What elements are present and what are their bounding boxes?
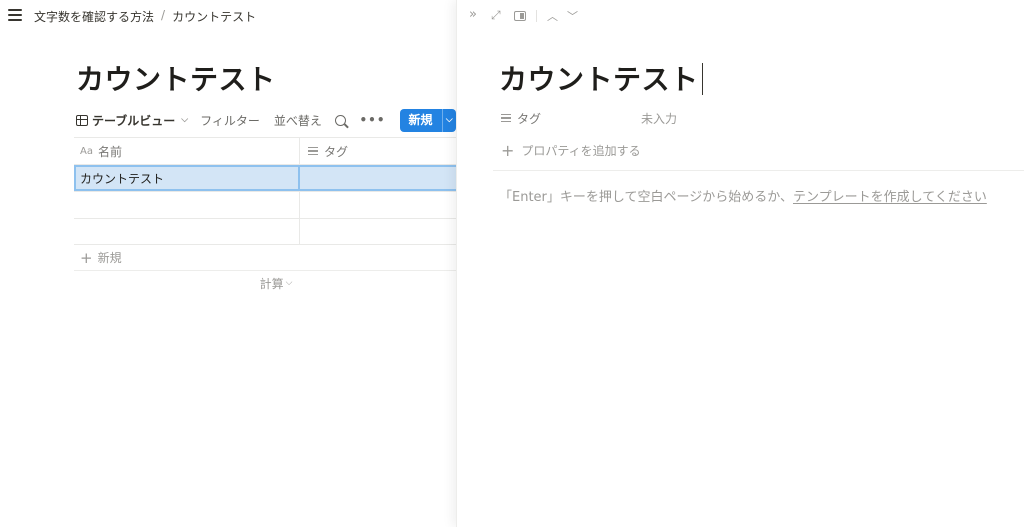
property-name[interactable]: タグ (501, 110, 641, 127)
database-table: Aa 名前 タグ カウントテスト + 新規 計算 ⌵ (74, 137, 456, 295)
expand-icon[interactable]: ⤢ (491, 8, 501, 23)
breadcrumb: 文字数を確認する方法 / カウントテスト (34, 8, 256, 25)
toolbar-divider (536, 10, 537, 22)
add-property-button[interactable]: + プロパティを追加する (501, 141, 641, 160)
property-name-label: タグ (517, 111, 542, 126)
sort-button[interactable]: 並べ替え (274, 112, 322, 129)
add-property-label: プロパティを追加する (521, 144, 641, 158)
property-value[interactable]: 未入力 (641, 110, 677, 127)
new-button: 新規 ⌵ (399, 108, 456, 132)
name-cell[interactable]: カウントテスト (74, 165, 300, 191)
list-icon (501, 113, 511, 123)
peek-page-title[interactable]: カウントテスト (499, 58, 704, 98)
hamburger-menu-icon[interactable] (8, 9, 22, 21)
name-cell[interactable] (74, 192, 300, 218)
hint-text: 「Enter」キーを押して空白ページから始めるか、 (499, 190, 793, 205)
database-toolbar: テーブルビュー ⌵ フィルター 並べ替え ••• 新規 ⌵ (76, 108, 456, 132)
divider (493, 170, 1024, 171)
empty-page-hint: 「Enter」キーを押して空白ページから始めるか、テンプレートを作成してください (499, 186, 987, 205)
text-property-icon: Aa (80, 145, 93, 157)
chevron-down-icon: ⌵ (285, 278, 293, 288)
new-button-label[interactable]: 新規 (400, 109, 442, 132)
main-page: 文字数を確認する方法 / カウントテスト カウントテスト テーブルビュー ⌵ フ… (0, 0, 456, 527)
breadcrumb-current[interactable]: カウントテスト (172, 8, 256, 25)
filter-button[interactable]: フィルター (200, 112, 260, 129)
add-row-button[interactable]: + 新規 (74, 245, 456, 271)
top-bar: 文字数を確認する方法 / カウントテスト (0, 0, 456, 32)
property-row-tag: タグ 未入力 (501, 109, 1001, 127)
text-cursor (701, 63, 704, 95)
calculate-label: 計算 (259, 276, 284, 291)
column-header-label: タグ (324, 144, 349, 159)
chevron-down-icon: ⌵ (181, 115, 189, 125)
table-header-row: Aa 名前 タグ (74, 137, 456, 164)
name-cell[interactable] (74, 219, 300, 244)
table-row[interactable] (74, 191, 456, 218)
side-peek-panel: » ⤢ ︿ ﹀ カウントテスト タグ 未入力 + プロパティを追加する 「Ent… (456, 0, 1024, 527)
plus-icon: + (501, 141, 515, 160)
peek-toolbar: » ⤢ ︿ ﹀ (457, 0, 1024, 32)
column-header-tag[interactable]: タグ (300, 138, 456, 164)
chevron-up-icon[interactable]: ︿ (547, 8, 558, 24)
add-row-label: 新規 (97, 251, 122, 265)
open-as-side-peek-icon[interactable] (514, 11, 526, 21)
tag-cell[interactable] (300, 219, 456, 244)
plus-icon: + (80, 248, 93, 267)
column-header-label: 名前 (97, 144, 122, 159)
table-row[interactable]: カウントテスト (74, 164, 456, 191)
tag-cell[interactable] (300, 192, 456, 218)
chevron-down-icon[interactable]: ﹀ (567, 8, 578, 24)
view-selector-button[interactable]: テーブルビュー ⌵ (76, 112, 188, 129)
list-icon (308, 146, 318, 156)
table-row[interactable] (74, 218, 456, 245)
more-options-icon[interactable]: ••• (360, 113, 386, 127)
calculate-button[interactable]: 計算 ⌵ (74, 271, 478, 295)
tag-cell[interactable] (300, 165, 456, 191)
view-label: テーブルビュー (92, 113, 176, 128)
column-header-name[interactable]: Aa 名前 (74, 138, 300, 164)
breadcrumb-parent[interactable]: 文字数を確認する方法 (34, 8, 154, 25)
search-icon[interactable] (334, 114, 346, 126)
table-view-icon (76, 114, 88, 126)
page-title[interactable]: カウントテスト (76, 58, 276, 98)
new-dropdown-chevron-icon[interactable]: ⌵ (441, 108, 456, 132)
create-template-link[interactable]: テンプレートを作成してください (793, 190, 987, 205)
close-peek-icon[interactable]: » (469, 7, 477, 22)
breadcrumb-separator: / (161, 8, 166, 22)
peek-title-text: カウントテスト (499, 63, 699, 96)
